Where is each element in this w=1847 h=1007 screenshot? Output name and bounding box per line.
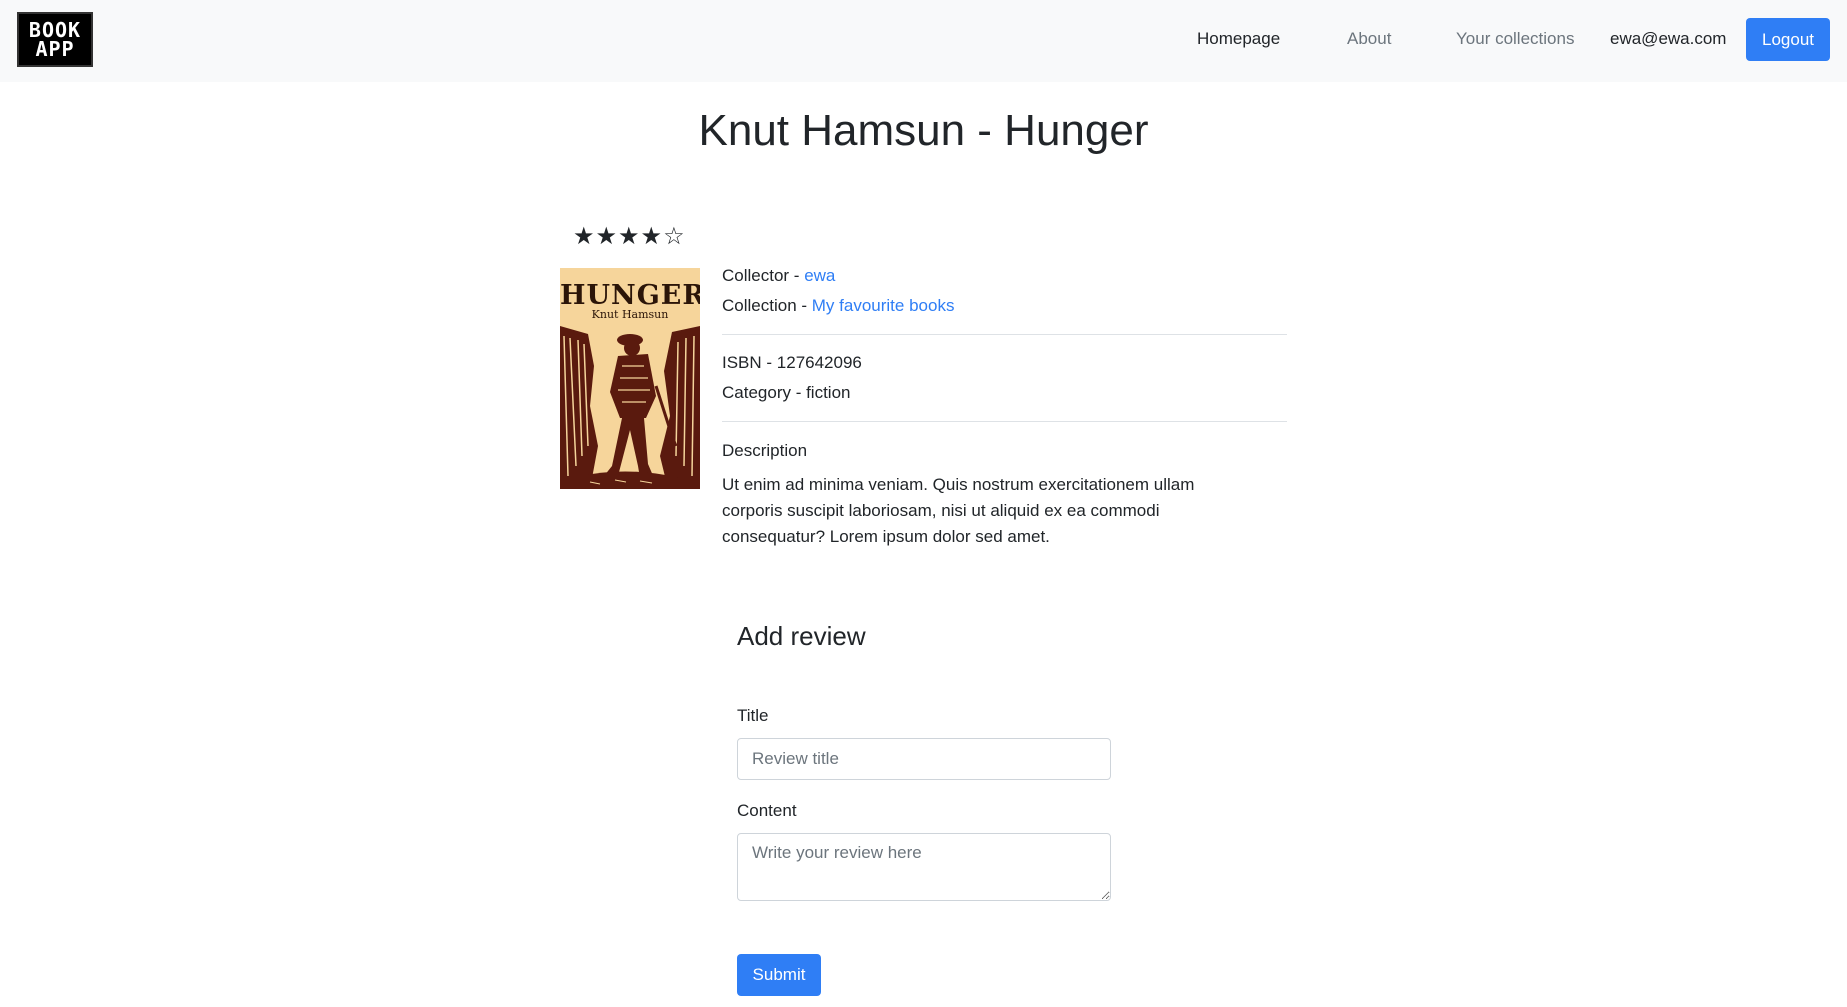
divider (722, 334, 1287, 335)
add-review-heading: Add review (737, 621, 866, 651)
content-label: Content (737, 801, 797, 820)
divider (722, 421, 1287, 422)
book-app-logo[interactable]: BOOK APP (17, 12, 93, 67)
star-rating: ★★★★☆ (573, 222, 686, 250)
book-cover-image: HUNGER Knut Hamsun (560, 268, 700, 489)
cover-author: Knut Hamsun (591, 308, 669, 321)
collector-label: Collector - (722, 266, 805, 285)
nav-homepage-link[interactable]: Homepage (1197, 29, 1280, 49)
page-title: Knut Hamsun - Hunger (698, 106, 1149, 155)
collection-label: Collection - (722, 296, 812, 315)
nav-about-link[interactable]: About (1347, 29, 1391, 49)
title-label: Title (737, 706, 769, 725)
cover-title: HUNGER (560, 280, 700, 311)
review-content-textarea[interactable] (737, 833, 1111, 901)
collection-row: Collection - My favourite books (722, 296, 954, 316)
isbn: ISBN - 127642096 (722, 353, 862, 372)
collector-row: Collector - ewa (722, 266, 835, 286)
submit-button[interactable]: Submit (737, 954, 821, 996)
user-email: ewa@ewa.com (1610, 29, 1727, 48)
description-text: Ut enim ad minima veniam. Quis nostrum e… (722, 475, 1195, 546)
category: Category - fiction (722, 383, 851, 402)
logout-button[interactable]: Logout (1746, 18, 1830, 61)
review-title-input[interactable] (737, 738, 1111, 780)
description-label: Description (722, 441, 808, 460)
collector-link[interactable]: ewa (804, 266, 835, 285)
collection-link[interactable]: My favourite books (812, 296, 955, 315)
navbar: BOOK APP Homepage About Your collections… (0, 0, 1847, 82)
cover-illustration (560, 326, 700, 489)
nav-collections-link[interactable]: Your collections (1456, 29, 1574, 49)
logo-line-2: APP (35, 36, 75, 61)
